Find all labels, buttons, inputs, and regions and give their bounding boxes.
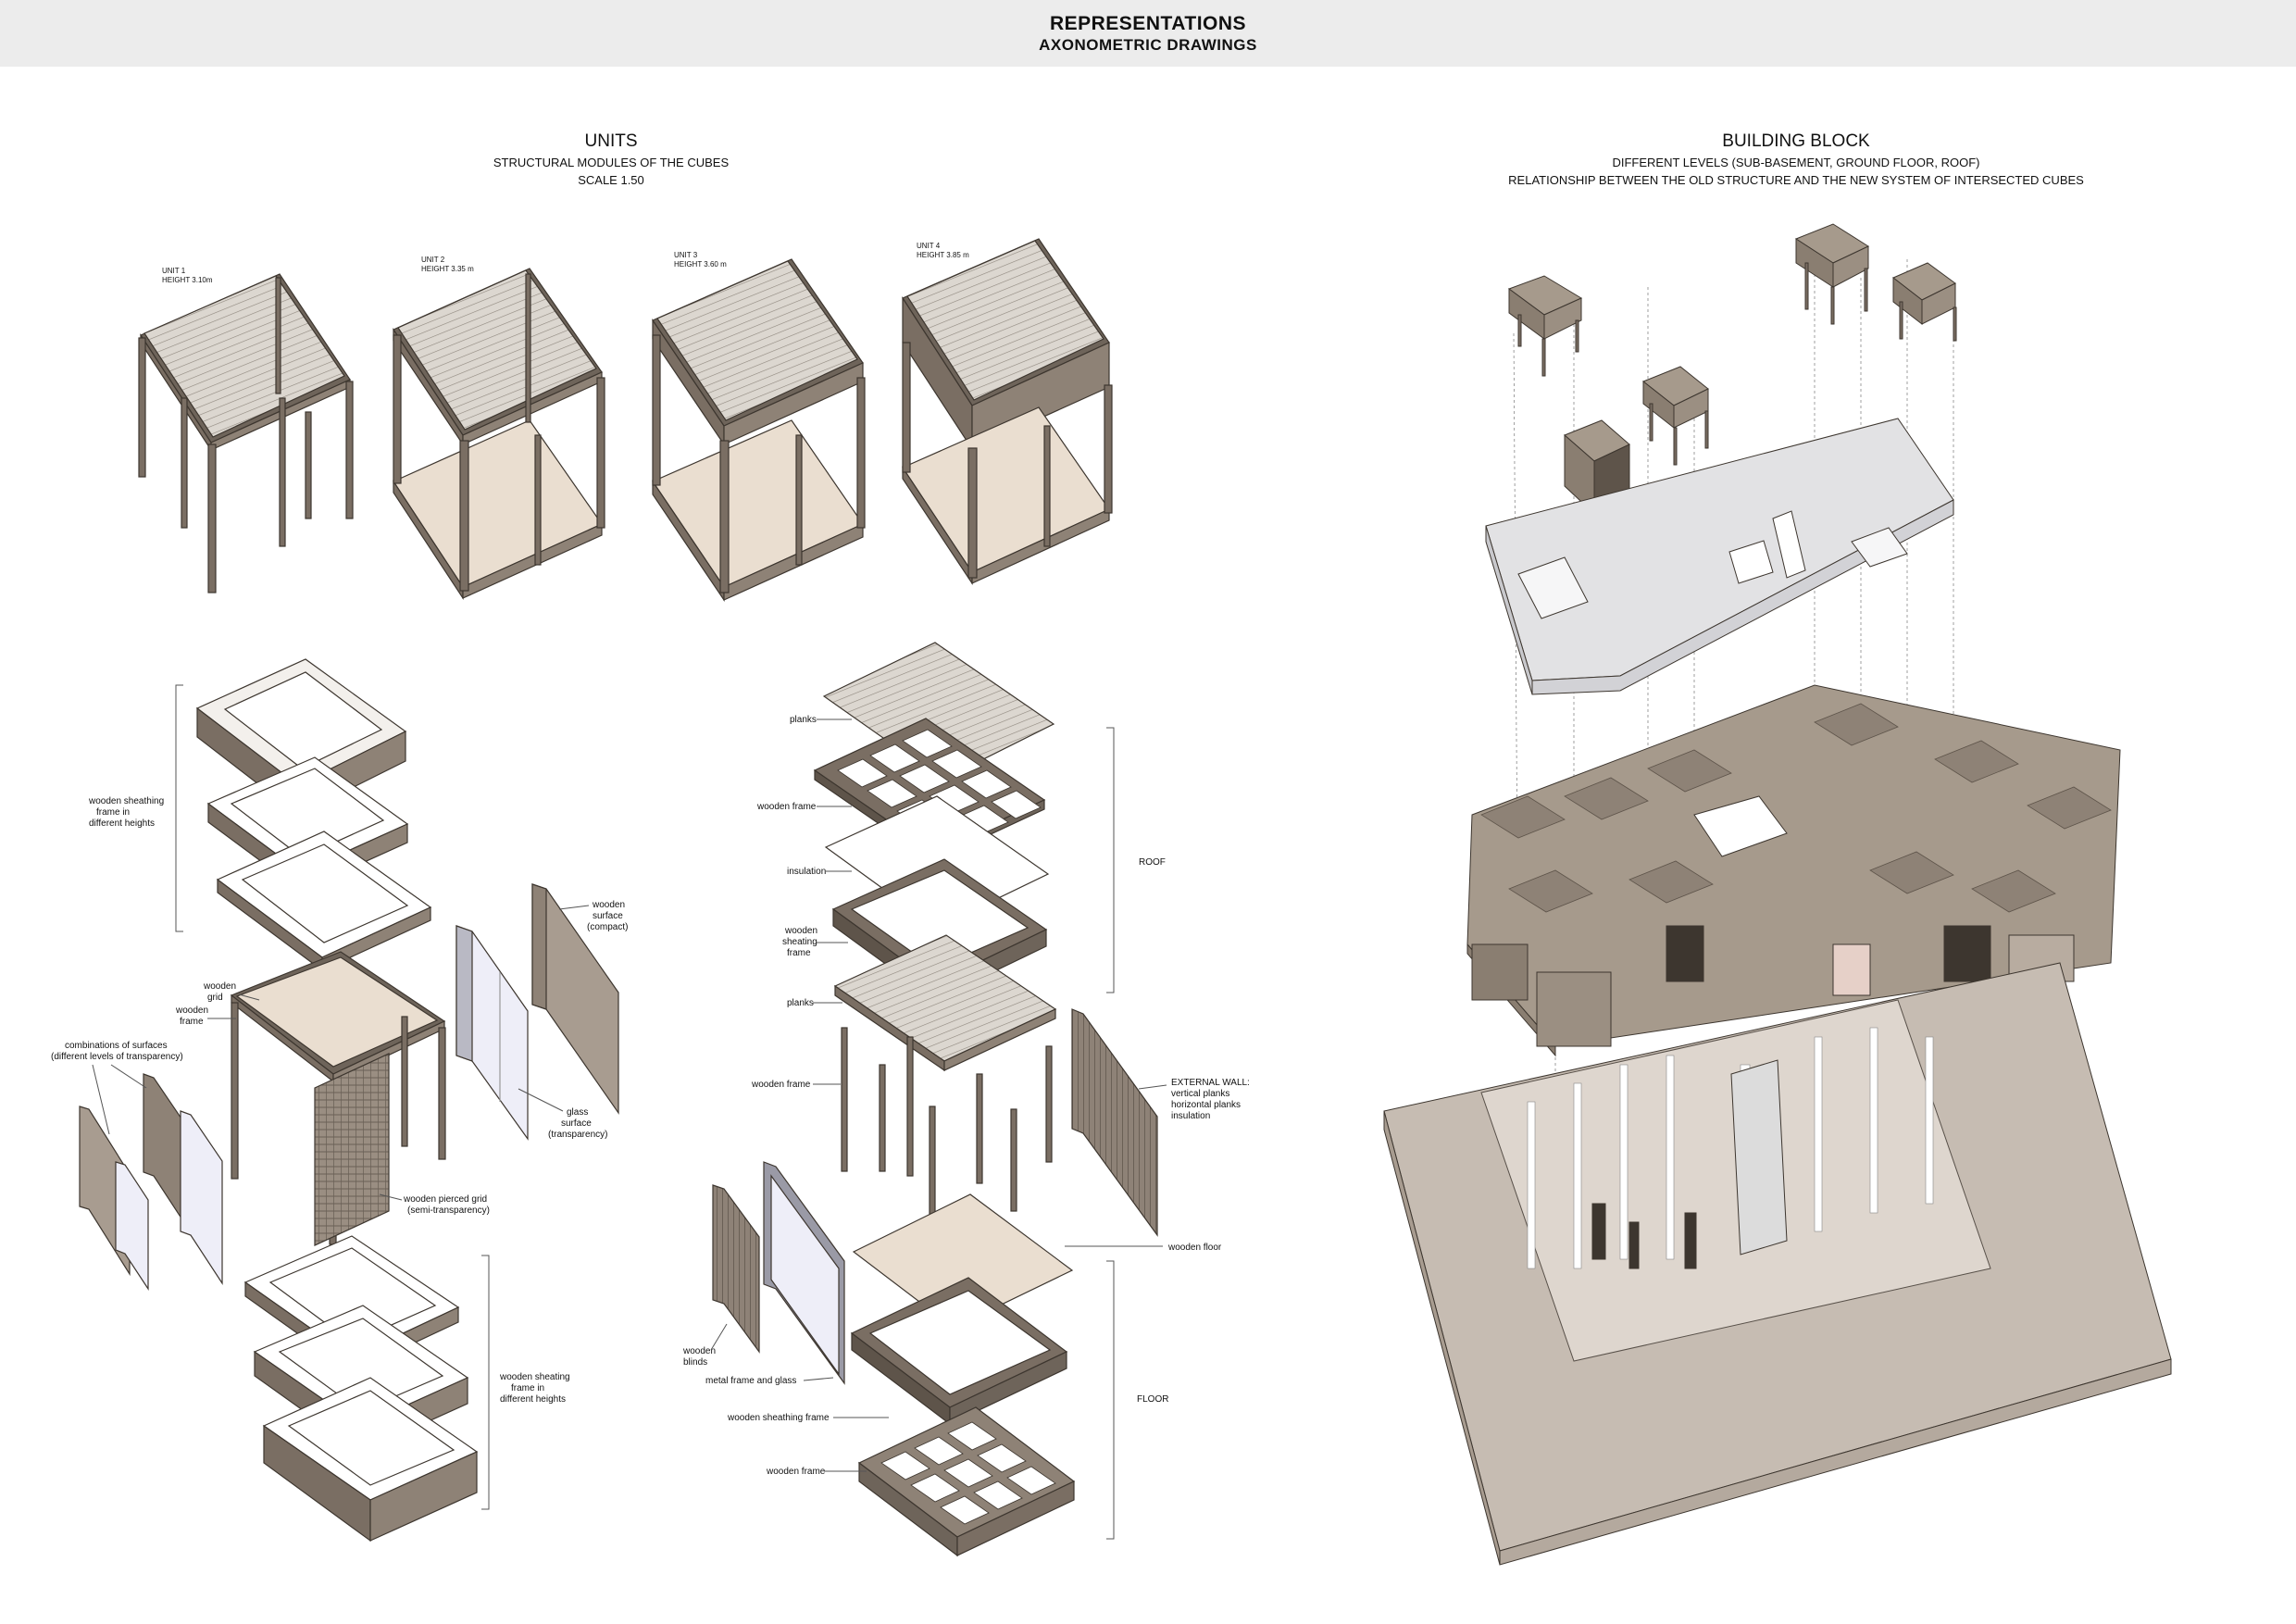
left-exploded-assembly xyxy=(79,658,619,1543)
label-external-wall-1: EXTERNAL WALL: xyxy=(1171,1078,1250,1088)
label-combinations-2: (different levels of transparency) xyxy=(51,1052,183,1062)
label-pierced-grid-1: wooden pierced grid xyxy=(403,1194,487,1205)
label-wooden-frame-roof: wooden frame xyxy=(756,802,817,812)
label-combinations-1: combinations of surfaces xyxy=(65,1041,168,1051)
label-roof: ROOF xyxy=(1139,857,1166,868)
label-sheathing-bottom-2: frame in xyxy=(511,1383,544,1393)
axonometric-drawing-sheet: UNIT 1 HEIGHT 3.10m UNIT 2 HEIGHT 3.35 m… xyxy=(51,223,2172,1566)
label-planks: planks xyxy=(787,998,814,1008)
unit-4-height: HEIGHT 3.85 m xyxy=(917,251,969,259)
label-planks-top: planks xyxy=(790,715,817,725)
label-sheating-frame-2: sheating xyxy=(782,937,817,947)
unit-2-drawing xyxy=(393,268,605,601)
unit-3-height: HEIGHT 3.60 m xyxy=(674,260,727,269)
label-wooden-frame-columns: wooden frame xyxy=(751,1080,811,1090)
label-wooden-blinds-2: blinds xyxy=(683,1357,707,1368)
label-wooden-blinds-1: wooden xyxy=(682,1346,716,1356)
label-glass-surface-2: surface xyxy=(561,1118,592,1129)
unit-4-name: UNIT 4 xyxy=(917,242,941,250)
label-glass-surface-1: glass xyxy=(567,1107,588,1118)
label-wooden-grid-2: grid xyxy=(207,993,223,1003)
label-sheathing-top-2: frame in xyxy=(96,807,130,818)
label-sheating-frame-1: wooden xyxy=(784,926,817,936)
label-wooden-frame-2: frame xyxy=(180,1017,204,1027)
label-sheating-frame-3: frame xyxy=(787,948,811,958)
label-sheathing-top-3: different heights xyxy=(89,818,155,829)
unit-2-height: HEIGHT 3.35 m xyxy=(421,265,474,273)
label-external-wall-3: horizontal planks xyxy=(1171,1100,1241,1110)
unit-2-name: UNIT 2 xyxy=(421,256,445,264)
label-metal-frame-glass: metal frame and glass xyxy=(705,1376,796,1386)
unit-3-drawing xyxy=(652,258,866,602)
label-external-wall-2: vertical planks xyxy=(1171,1089,1229,1099)
label-glass-surface-3: (transparency) xyxy=(548,1130,607,1140)
sub-basement-slab xyxy=(1383,962,2172,1566)
label-sheathing-bottom-1: wooden sheating xyxy=(499,1372,570,1382)
building-block-drawing xyxy=(1383,223,2172,1566)
unit-1-name: UNIT 1 xyxy=(162,267,186,275)
label-external-wall-4: insulation xyxy=(1171,1111,1210,1121)
label-pierced-grid-2: (semi-transparency) xyxy=(407,1206,490,1216)
unit-3-name: UNIT 3 xyxy=(674,251,698,259)
label-wooden-surface-1: wooden xyxy=(592,900,625,910)
old-structure-slab xyxy=(1485,418,1954,695)
unit-labels: UNIT 1 HEIGHT 3.10m UNIT 2 HEIGHT 3.35 m… xyxy=(162,242,969,284)
unit-4-drawing xyxy=(902,238,1113,585)
label-wooden-frame-floor: wooden frame xyxy=(766,1467,826,1477)
label-wooden-grid-1: wooden xyxy=(203,981,236,992)
unit-1-drawing xyxy=(138,273,354,593)
label-sheathing-bottom-3: different heights xyxy=(500,1394,566,1405)
label-insulation: insulation xyxy=(787,867,826,877)
label-wooden-surface-3: (compact) xyxy=(587,922,628,932)
label-wooden-floor: wooden floor xyxy=(1167,1243,1222,1253)
label-wooden-surface-2: surface xyxy=(593,911,623,921)
label-wooden-frame-1: wooden xyxy=(175,1006,208,1016)
label-sheathing-top-1: wooden sheathing xyxy=(88,796,164,806)
unit-1-height: HEIGHT 3.10m xyxy=(162,276,213,284)
label-wooden-sheathing-frame: wooden sheathing frame xyxy=(727,1413,830,1423)
label-floor: FLOOR xyxy=(1137,1394,1168,1405)
